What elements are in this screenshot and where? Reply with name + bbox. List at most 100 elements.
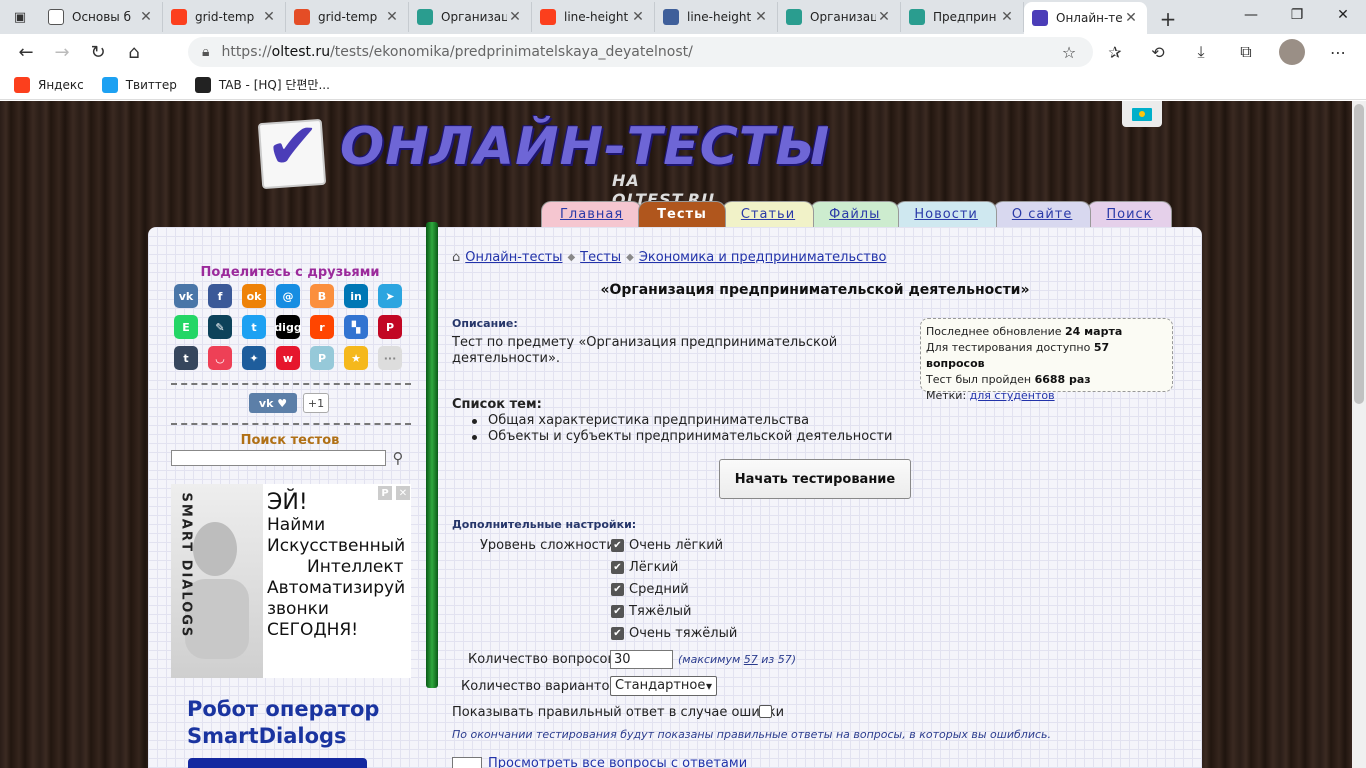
close-tab-icon[interactable]: ✕ (138, 9, 154, 25)
minimize-icon[interactable]: — (1228, 0, 1274, 30)
evernote-icon[interactable]: E (174, 315, 198, 339)
maximize-icon[interactable]: ❐ (1274, 0, 1320, 30)
livejournal-icon[interactable]: ✎ (208, 315, 232, 339)
close-tab-icon[interactable]: ✕ (630, 9, 646, 25)
bookmark-item[interactable]: Твиттер (101, 76, 177, 93)
browser-tab[interactable]: line-height ✕ (655, 2, 778, 32)
start-test-button[interactable]: Начать тестирование (719, 459, 911, 499)
qmax-prefix: (максимум (678, 653, 741, 666)
tab-actions-icon[interactable]: ▣ (0, 0, 40, 34)
browser-tab[interactable]: grid-temp ✕ (286, 2, 409, 32)
more-icon[interactable]: ··· (378, 346, 402, 370)
weibo-icon[interactable]: w (276, 346, 300, 370)
menu-tab[interactable]: Статьи (721, 201, 815, 227)
star-icon[interactable]: ★ (344, 346, 368, 370)
difficulty-checkbox[interactable]: ✔ (611, 561, 624, 574)
close-window-icon[interactable]: ✕ (1320, 0, 1366, 30)
kazakhstan-flag-icon (1132, 107, 1152, 121)
breadcrumb-category[interactable]: Экономика и предпринимательство (639, 250, 887, 265)
menu-tab[interactable]: Главная (541, 201, 643, 227)
telegram-icon[interactable]: ➤ (378, 284, 402, 308)
bookmark-item[interactable]: TAB - [HQ] 단편만... (194, 76, 330, 93)
more-menu-icon[interactable]: ⋯ (1325, 39, 1351, 65)
linkedin-icon[interactable]: in (344, 284, 368, 308)
page-title: «Организация предпринимательской деятель… (600, 282, 1030, 298)
passed-label: Тест был пройден (926, 373, 1032, 386)
vk-like-button[interactable]: vk ♥ (249, 393, 297, 413)
digg-icon[interactable]: digg (274, 315, 302, 339)
breadcrumb-home[interactable]: Онлайн-тесты (465, 250, 562, 265)
difficulty-checkbox[interactable]: ✔ (611, 627, 624, 640)
browser-tab[interactable]: Основы б ✕ (40, 2, 163, 32)
forward-icon[interactable]: → (44, 36, 80, 68)
close-tab-icon[interactable]: ✕ (1123, 10, 1139, 26)
menu-tab[interactable]: О сайте (992, 201, 1092, 227)
browser-tab[interactable]: Организац ✕ (409, 2, 532, 32)
ad-banner[interactable]: SMART DIALOGS ЭЙ! Найми Искусственный Интел… (171, 484, 411, 678)
browser-tab[interactable]: Организац ✕ (778, 2, 901, 32)
site-logo[interactable]: ✔ ОНЛАЙН-ТЕСТЫ НА OLTEST.RU (257, 115, 829, 209)
difficulty-checkbox[interactable]: ✔ (611, 605, 624, 618)
ad2-text[interactable]: Робот оператор SmartDialogs (187, 696, 379, 750)
view-all-link[interactable]: Просмотреть все вопросы с ответами (452, 756, 747, 768)
browser-tab[interactable]: grid-temp ✕ (163, 2, 286, 32)
pocket-icon[interactable]: ◡ (208, 346, 232, 370)
vk-icon[interactable]: vk (174, 284, 198, 308)
twitter-icon (101, 76, 118, 93)
favorites-icon[interactable]: ✰ (1102, 39, 1128, 65)
url-input[interactable]: 🔒︎ https://oltest.ru/tests/ekonomika/pre… (188, 37, 1093, 67)
tag-link[interactable]: для студентов (970, 389, 1055, 402)
variants-select[interactable]: Стандартное (610, 676, 717, 696)
twitter-icon[interactable]: t (242, 315, 266, 339)
search-input[interactable] (171, 450, 386, 466)
downloads-icon[interactable]: ⤓ (1188, 39, 1214, 65)
browser-tab[interactable]: line-height ✕ (532, 2, 655, 32)
home-icon[interactable]: ⌂ (116, 36, 152, 68)
history-icon[interactable]: ⟲ (1145, 39, 1171, 65)
close-tab-icon[interactable]: ✕ (999, 9, 1015, 25)
surfingbird-icon[interactable]: ✦ (242, 346, 266, 370)
facebook-icon[interactable]: f (208, 284, 232, 308)
menu-tab[interactable]: Поиск (1087, 201, 1172, 227)
difficulty-checkbox[interactable]: ✔ (611, 583, 624, 596)
ad-close-icon[interactable]: ✕ (396, 486, 410, 500)
home-icon[interactable]: ⌂ (452, 250, 460, 265)
pinterest-icon[interactable]: P (378, 315, 402, 339)
browser-tab[interactable]: Предприн ✕ (901, 2, 1024, 32)
new-tab-button[interactable]: + (1153, 4, 1183, 34)
refresh-icon[interactable]: ↻ (80, 36, 116, 68)
scrollbar-thumb[interactable] (1354, 104, 1364, 404)
tumblr-icon[interactable]: t (174, 346, 198, 370)
menu-tab[interactable]: Новости (895, 201, 997, 227)
breadcrumb-tests[interactable]: Тесты (580, 250, 621, 265)
close-tab-icon[interactable]: ✕ (876, 9, 892, 25)
menu-tab[interactable]: Файлы (810, 201, 900, 227)
show-answer-checkbox[interactable] (759, 705, 772, 718)
qcount-input[interactable]: 30 (610, 650, 673, 669)
collections-icon[interactable]: ⧉ (1233, 39, 1259, 65)
delicious-icon[interactable]: ▚ (344, 315, 368, 339)
search-icon[interactable]: ⚲ (388, 448, 408, 468)
reddit-icon[interactable]: r (310, 315, 334, 339)
close-tab-icon[interactable]: ✕ (507, 9, 523, 25)
misc-icon[interactable]: P (310, 346, 334, 370)
add-favorite-icon[interactable]: ☆ (1056, 39, 1082, 65)
close-tab-icon[interactable]: ✕ (753, 9, 769, 25)
profile-avatar[interactable] (1279, 39, 1305, 65)
odnoklassniki-icon[interactable]: ok (242, 284, 266, 308)
ad2-button[interactable] (188, 758, 367, 768)
menu-tab[interactable]: Тесты (638, 201, 726, 227)
browser-tab[interactable]: Онлайн-те ✕ (1024, 2, 1147, 34)
bookmark-item[interactable]: Яндекс (14, 76, 84, 93)
blogger-icon[interactable]: B (310, 284, 334, 308)
language-flag[interactable] (1122, 101, 1162, 127)
ad-label-icon[interactable]: Р (378, 486, 392, 500)
back-icon[interactable]: ← (8, 36, 44, 68)
note-text: По окончании тестирования будут показаны… (452, 728, 1051, 741)
difficulty-checkbox[interactable]: ✔ (611, 539, 624, 552)
tab-title: grid-temp (195, 10, 255, 24)
close-tab-icon[interactable]: ✕ (261, 9, 277, 25)
close-tab-icon[interactable]: ✕ (384, 9, 400, 25)
qmax-link[interactable]: 57 (744, 653, 758, 666)
moimir-icon[interactable]: @ (276, 284, 300, 308)
